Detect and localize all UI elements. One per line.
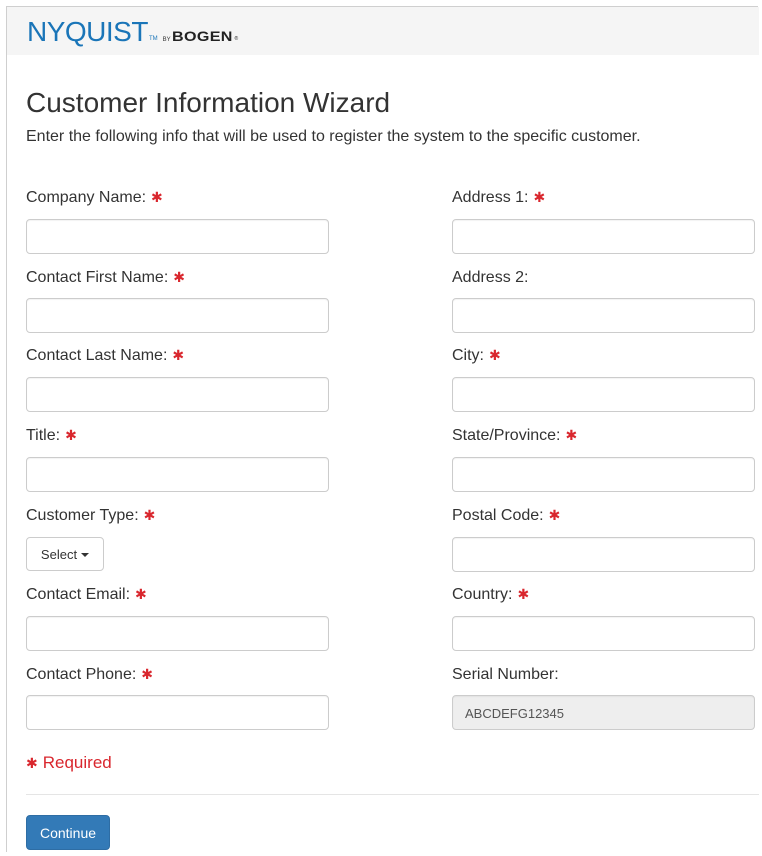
brand-bar: NYQUIST TM BY BOGEN ® xyxy=(7,7,759,55)
required-asterisk-icon: ✱ xyxy=(565,427,578,443)
customer-type-select-label: Select xyxy=(40,546,78,562)
address-2-label: Address 2: xyxy=(452,269,529,286)
nyquist-bogen-logo: NYQUIST TM BY BOGEN ® xyxy=(27,17,238,47)
required-asterisk-icon: ✱ xyxy=(26,755,38,771)
title-input[interactable] xyxy=(26,457,329,492)
required-legend: ✱ Required xyxy=(26,753,112,773)
required-asterisk-icon: ✱ xyxy=(489,347,501,363)
customer-type-label: Customer Type: ✱ xyxy=(26,507,156,524)
postal-code-input[interactable] xyxy=(452,537,755,572)
contact-email-input[interactable] xyxy=(26,616,329,651)
logo-by: BY xyxy=(162,37,171,43)
logo-nyquist: NYQUIST xyxy=(27,16,148,47)
required-asterisk-icon: ✱ xyxy=(135,586,147,602)
contact-last-name-input[interactable] xyxy=(26,377,329,412)
contact-first-name-label: Contact First Name: ✱ xyxy=(26,269,185,286)
state-province-input[interactable] xyxy=(452,457,755,492)
required-asterisk-icon: ✱ xyxy=(548,507,561,523)
logo-registered: ® xyxy=(234,36,239,42)
required-asterisk-icon: ✱ xyxy=(141,666,154,682)
continue-button[interactable]: Continue xyxy=(26,815,110,850)
city-input[interactable] xyxy=(452,377,755,412)
contact-phone-input[interactable] xyxy=(26,695,329,730)
wizard-window: NYQUIST TM BY BOGEN ® Customer Informati… xyxy=(6,6,759,852)
page-title: Customer Information Wizard xyxy=(26,87,391,118)
required-asterisk-icon: ✱ xyxy=(173,269,185,285)
title-label: Title: ✱ xyxy=(26,427,77,444)
address-2-input[interactable] xyxy=(452,298,755,333)
required-asterisk-icon: ✱ xyxy=(65,427,77,443)
contact-last-name-label: Contact Last Name: ✱ xyxy=(26,347,185,364)
customer-type-select[interactable]: Select xyxy=(26,537,104,571)
state-province-label: State/Province: ✱ xyxy=(452,427,578,444)
required-asterisk-icon: ✱ xyxy=(533,189,546,205)
required-asterisk-icon: ✱ xyxy=(143,507,156,523)
serial-number-label: Serial Number: xyxy=(452,666,559,683)
caret-down-icon xyxy=(81,552,90,557)
postal-code-label: Postal Code: ✱ xyxy=(452,507,561,524)
required-asterisk-icon: ✱ xyxy=(517,586,530,602)
page-subtitle: Enter the following info that will be us… xyxy=(26,128,641,145)
logo-tm: TM xyxy=(148,36,158,42)
footer-divider xyxy=(26,794,759,795)
address-1-input[interactable] xyxy=(452,219,755,254)
required-asterisk-icon: ✱ xyxy=(151,189,163,205)
contact-first-name-input[interactable] xyxy=(26,298,329,333)
contact-phone-label: Contact Phone: ✱ xyxy=(26,666,154,683)
address-1-label: Address 1: ✱ xyxy=(452,189,546,206)
contact-email-label: Contact Email: ✱ xyxy=(26,586,147,603)
company-name-input[interactable] xyxy=(26,219,329,254)
country-input[interactable] xyxy=(452,616,755,651)
logo-bogen: BOGEN xyxy=(171,28,233,44)
required-legend-text: Required xyxy=(42,753,112,772)
required-asterisk-icon: ✱ xyxy=(172,347,185,363)
country-label: Country: ✱ xyxy=(452,586,530,603)
company-name-label: Company Name: ✱ xyxy=(26,189,163,206)
serial-number-field: ABCDEFG12345 xyxy=(452,695,755,730)
city-label: City: ✱ xyxy=(452,347,501,364)
